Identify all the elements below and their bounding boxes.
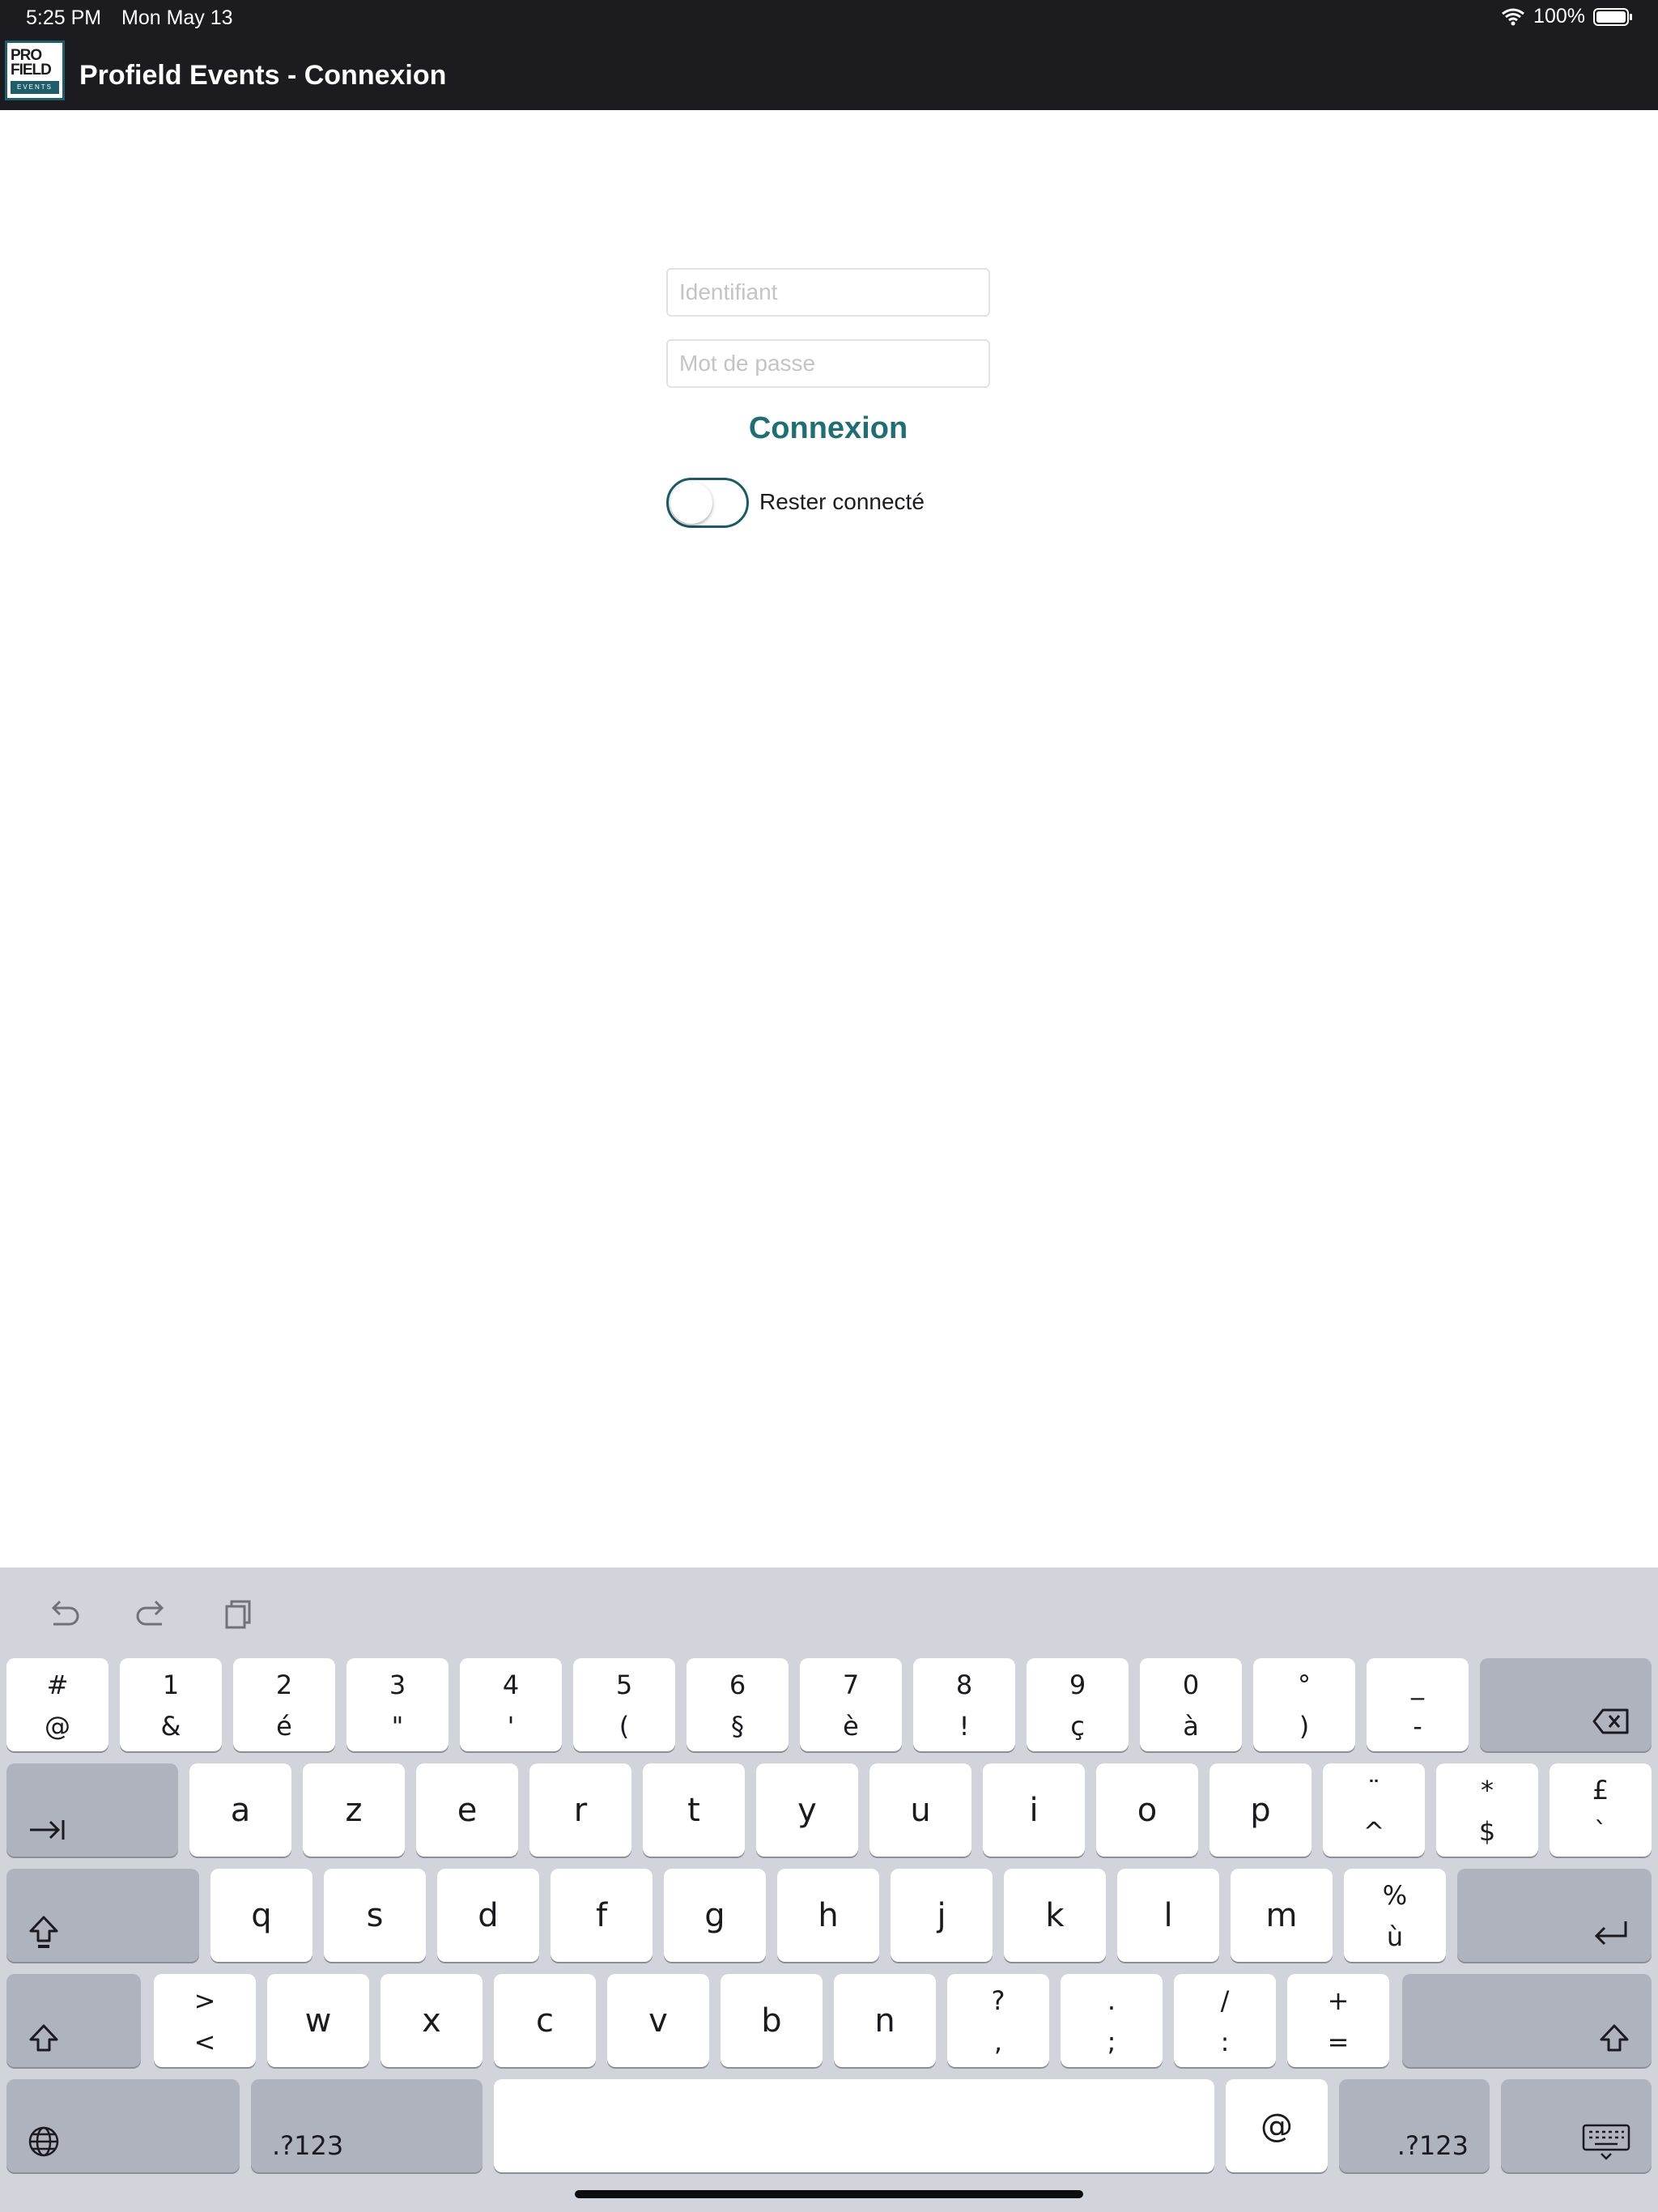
hide-keyboard-key[interactable] xyxy=(1501,2079,1652,2172)
key-4[interactable]: 4 ' xyxy=(460,1658,562,1751)
status-date: Mon May 13 xyxy=(121,6,233,29)
tab-icon xyxy=(30,1820,65,1840)
key-0[interactable]: 0à xyxy=(1140,1658,1242,1751)
status-time: 5:25 PM xyxy=(26,6,102,29)
stay-connected-label: Rester connecté xyxy=(759,489,925,514)
key-g[interactable]: g xyxy=(664,1869,766,1962)
keyboard-dismiss-icon xyxy=(1582,2124,1630,2160)
key-j[interactable]: j xyxy=(891,1869,993,1962)
key-question-comma[interactable]: ?, xyxy=(947,1974,1049,2067)
key-circumflex[interactable]: ¨ ^ xyxy=(1323,1763,1425,1857)
home-indicator[interactable] xyxy=(575,2190,1083,2198)
space-bar[interactable] xyxy=(494,2079,1214,2172)
key-i[interactable]: i xyxy=(983,1763,1085,1857)
key-5[interactable]: 5( xyxy=(573,1658,675,1751)
at-key[interactable]: @ xyxy=(1226,2079,1328,2172)
caps-lock-key[interactable] xyxy=(6,1869,199,1962)
key-w[interactable]: w xyxy=(267,1974,369,2067)
undo-icon[interactable] xyxy=(44,1595,84,1636)
status-right: 100% xyxy=(1501,5,1634,28)
return-key[interactable] xyxy=(1457,1869,1652,1962)
key-z[interactable]: z xyxy=(303,1763,405,1857)
shift-key-left[interactable] xyxy=(6,1974,141,2067)
key-o[interactable]: o xyxy=(1096,1763,1198,1857)
key-3[interactable]: 3 " xyxy=(346,1658,449,1751)
battery-percent: 100% xyxy=(1533,5,1585,28)
key-y[interactable]: y xyxy=(756,1763,858,1857)
key-dollar[interactable]: * $ xyxy=(1436,1763,1538,1857)
key-e[interactable]: e xyxy=(416,1763,518,1857)
delete-icon xyxy=(1592,1708,1629,1734)
return-icon xyxy=(1594,1921,1627,1946)
password-input[interactable] xyxy=(666,339,990,388)
key-plus-equals[interactable]: + = xyxy=(1287,1974,1389,2067)
caps-lock-icon xyxy=(29,1916,58,1948)
key-degree[interactable]: °) xyxy=(1253,1658,1355,1751)
key-h[interactable]: h xyxy=(777,1869,879,1962)
key-k[interactable]: k xyxy=(1004,1869,1106,1962)
key-1[interactable]: 1 & xyxy=(120,1658,222,1751)
logo-text-events: EVENTS xyxy=(11,81,59,94)
key-6[interactable]: 6 § xyxy=(687,1658,789,1751)
toggle-knob xyxy=(670,482,712,524)
delete-key[interactable] xyxy=(1480,1658,1652,1751)
numbers-key-left[interactable]: .?123 xyxy=(251,2079,483,2172)
app-logo: PRO FIELD EVENTS xyxy=(5,40,65,100)
key-c[interactable]: c xyxy=(494,1974,596,2067)
key-u[interactable]: u xyxy=(869,1763,971,1857)
key-f[interactable]: f xyxy=(551,1869,653,1962)
key-t[interactable]: t xyxy=(643,1763,745,1857)
key-x[interactable]: x xyxy=(380,1974,483,2067)
key-slash-colon[interactable]: /: xyxy=(1174,1974,1276,2067)
numbers-key-right[interactable]: .?123 xyxy=(1339,2079,1490,2172)
key-p[interactable]: p xyxy=(1209,1763,1312,1857)
key-2[interactable]: 2é xyxy=(233,1658,335,1751)
paste-icon[interactable] xyxy=(219,1595,259,1636)
key-b[interactable]: b xyxy=(721,1974,823,2067)
login-button[interactable]: Connexion xyxy=(666,411,990,446)
globe-key[interactable] xyxy=(6,2079,240,2172)
status-bar: 5:25 PM Mon May 13 100% xyxy=(0,0,1658,40)
key-d[interactable]: d xyxy=(437,1869,539,1962)
shift-icon xyxy=(29,2024,58,2052)
key-period-semicolon[interactable]: .; xyxy=(1061,1974,1163,2067)
key-less-greater[interactable]: > < xyxy=(154,1974,256,2067)
globe-icon xyxy=(28,2126,59,2157)
key-9[interactable]: 9ç xyxy=(1027,1658,1129,1751)
logo-text-field: FIELD xyxy=(11,62,52,79)
key-underscore[interactable]: _ - xyxy=(1367,1658,1469,1751)
key-7[interactable]: 7è xyxy=(800,1658,902,1751)
key-s[interactable]: s xyxy=(324,1869,426,1962)
page-title: Profield Events - Connexion xyxy=(79,60,447,91)
key-a[interactable]: a xyxy=(189,1763,291,1857)
shift-icon xyxy=(1600,2024,1629,2052)
key-n[interactable]: n xyxy=(834,1974,936,2067)
username-input[interactable] xyxy=(666,268,990,317)
key-8[interactable]: 8! xyxy=(913,1658,1015,1751)
key-pound[interactable]: £ ` xyxy=(1550,1763,1652,1857)
tab-key[interactable] xyxy=(6,1763,178,1857)
key-hash[interactable]: # @ xyxy=(6,1658,108,1751)
stay-connected-toggle[interactable] xyxy=(666,478,749,528)
redo-icon[interactable] xyxy=(131,1595,172,1636)
key-u-grave[interactable]: % ù xyxy=(1344,1869,1446,1962)
key-q[interactable]: q xyxy=(210,1869,312,1962)
battery-icon xyxy=(1593,7,1632,26)
key-v[interactable]: v xyxy=(607,1974,709,2067)
shift-key-right[interactable] xyxy=(1402,1974,1652,2067)
key-m[interactable]: m xyxy=(1231,1869,1333,1962)
key-r[interactable]: r xyxy=(529,1763,631,1857)
wifi-icon xyxy=(1502,8,1524,25)
key-l[interactable]: l xyxy=(1117,1869,1219,1962)
